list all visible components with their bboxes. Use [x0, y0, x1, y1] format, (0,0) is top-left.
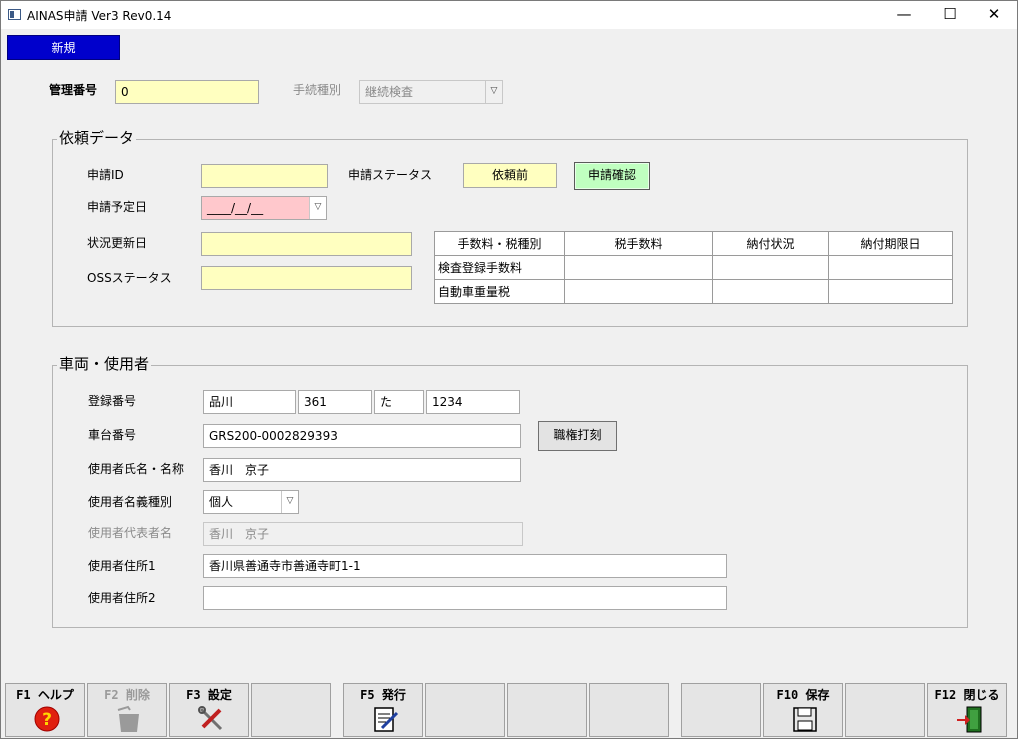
koshin-date-input[interactable] — [201, 232, 412, 256]
chevron-down-icon[interactable]: ▽ — [309, 197, 326, 219]
f5-label: F5 発行 — [360, 688, 406, 702]
shimei-label: 使用者氏名・名称 — [88, 462, 185, 476]
shinsei-confirm-button[interactable]: 申請確認 — [574, 162, 650, 190]
f10-save-button[interactable]: F10 保存 — [763, 683, 843, 737]
meigi-type-select[interactable]: 個人 ▽ — [203, 490, 299, 514]
chevron-down-icon[interactable]: ▽ — [281, 491, 298, 513]
meigi-type-value: 個人 — [209, 495, 234, 509]
f7-empty-button[interactable] — [507, 683, 587, 737]
f2-label: F2 削除 — [104, 688, 150, 702]
oss-status-input[interactable] — [201, 266, 412, 290]
maximize-button[interactable]: ☐ — [927, 1, 973, 29]
app-window: AINAS申請 Ver3 Rev0.14 — ☐ ✕ 新規 管理番号 0 手続種… — [0, 0, 1018, 739]
user-name-input[interactable]: 香川 京子 — [203, 458, 521, 482]
app-icon — [8, 9, 21, 20]
yotei-date-value: ____/__/__ — [207, 201, 264, 215]
shadai-label: 車台番号 — [88, 428, 137, 442]
fee-cell: 検査登録手数料 — [434, 255, 565, 280]
fee-cell: 自動車重量税 — [434, 279, 565, 304]
fee-col-status: 納付状況 — [712, 231, 829, 256]
vehicle-group-title: 車両・使用者 — [57, 355, 152, 373]
fee-cell — [564, 255, 713, 280]
f12-label: F12 閉じる — [934, 688, 1000, 702]
fee-table: 手数料・税種別 税手数料 納付状況 納付期限日 検査登録手数料 自動車重量税 — [434, 231, 953, 304]
mode-tab-new[interactable]: 新規 — [7, 35, 120, 60]
kanri-number-input[interactable]: 0 — [115, 80, 259, 104]
tetsuzuki-value: 継続検査 — [365, 85, 414, 99]
yotei-date-input[interactable]: ____/__/__ ▽ — [201, 196, 327, 220]
toroku-number-input[interactable]: 1234 — [426, 390, 520, 414]
yotei-label: 申請予定日 — [87, 200, 148, 214]
toroku-class-input[interactable]: 361 — [298, 390, 372, 414]
fee-col-type: 手数料・税種別 — [434, 231, 565, 256]
minimize-button[interactable]: — — [881, 1, 927, 29]
fee-cell — [564, 279, 713, 304]
shinsei-id-input[interactable] — [201, 164, 328, 188]
fee-cell — [712, 279, 829, 304]
koshin-label: 状況更新日 — [87, 236, 148, 250]
shokken-dakoku-button[interactable]: 職権打刻 — [538, 421, 617, 451]
document-edit-icon — [374, 707, 399, 732]
exit-door-icon — [957, 706, 982, 733]
help-icon: ? — [34, 706, 60, 732]
fee-col-amount: 税手数料 — [564, 231, 713, 256]
status-value: 依頼前 — [463, 163, 557, 188]
shinsei-id-label: 申請ID — [87, 168, 124, 182]
request-group-title: 依頼データ — [57, 129, 137, 147]
tetsuzuki-select[interactable]: 継続検査 ▽ — [359, 80, 503, 104]
fee-col-deadline: 納付期限日 — [828, 231, 953, 256]
shadai-number-input[interactable]: GRS200-0002829393 — [203, 424, 521, 448]
jusho1-label: 使用者住所1 — [88, 559, 156, 573]
f3-label: F3 設定 — [186, 688, 232, 702]
oss-label: OSSステータス — [87, 271, 172, 285]
f11-empty-button[interactable] — [845, 683, 925, 737]
f8-empty-button[interactable] — [589, 683, 669, 737]
f12-close-button[interactable]: F12 閉じる — [927, 683, 1007, 737]
daihyo-name-input[interactable]: 香川 京子 — [203, 522, 523, 546]
f10-label: F10 保存 — [776, 688, 830, 702]
status-label: 申請ステータス — [348, 168, 433, 182]
f2-delete-button[interactable]: F2 削除 — [87, 683, 167, 737]
fee-cell — [828, 255, 953, 280]
table-row[interactable]: 検査登録手数料 — [434, 255, 953, 280]
title-bar: AINAS申請 Ver3 Rev0.14 — ☐ ✕ — [1, 1, 1017, 29]
meigi-label: 使用者名義種別 — [88, 495, 173, 509]
toroku-label: 登録番号 — [88, 394, 137, 408]
daihyo-label: 使用者代表者名 — [88, 526, 173, 540]
fee-cell — [828, 279, 953, 304]
f1-help-button[interactable]: F1 ヘルプ ? — [5, 683, 85, 737]
window-title: AINAS申請 Ver3 Rev0.14 — [27, 9, 172, 23]
kanri-label: 管理番号 — [49, 83, 98, 97]
tetsuzuki-label: 手続種別 — [293, 83, 342, 97]
fee-table-header: 手数料・税種別 税手数料 納付状況 納付期限日 — [434, 231, 953, 256]
fee-cell — [712, 255, 829, 280]
table-row[interactable]: 自動車重量税 — [434, 279, 953, 304]
toroku-area-input[interactable]: 品川 — [203, 390, 296, 414]
address1-input[interactable]: 香川県善通寺市善通寺町1-1 — [203, 554, 727, 578]
f6-empty-button[interactable] — [425, 683, 505, 737]
f4-empty-button[interactable] — [251, 683, 331, 737]
f9-empty-button[interactable] — [681, 683, 761, 737]
address2-input[interactable] — [203, 586, 727, 610]
trash-icon — [117, 705, 139, 732]
toroku-kana-input[interactable]: た — [374, 390, 424, 414]
f3-settings-button[interactable]: F3 設定 — [169, 683, 249, 737]
f5-issue-button[interactable]: F5 発行 — [343, 683, 423, 737]
chevron-down-icon[interactable]: ▽ — [485, 81, 502, 103]
tools-icon — [198, 706, 223, 731]
floppy-save-icon — [793, 707, 817, 732]
svg-text:?: ? — [42, 710, 52, 730]
f1-label: F1 ヘルプ — [16, 688, 74, 702]
close-button[interactable]: ✕ — [971, 1, 1017, 29]
jusho2-label: 使用者住所2 — [88, 591, 156, 605]
